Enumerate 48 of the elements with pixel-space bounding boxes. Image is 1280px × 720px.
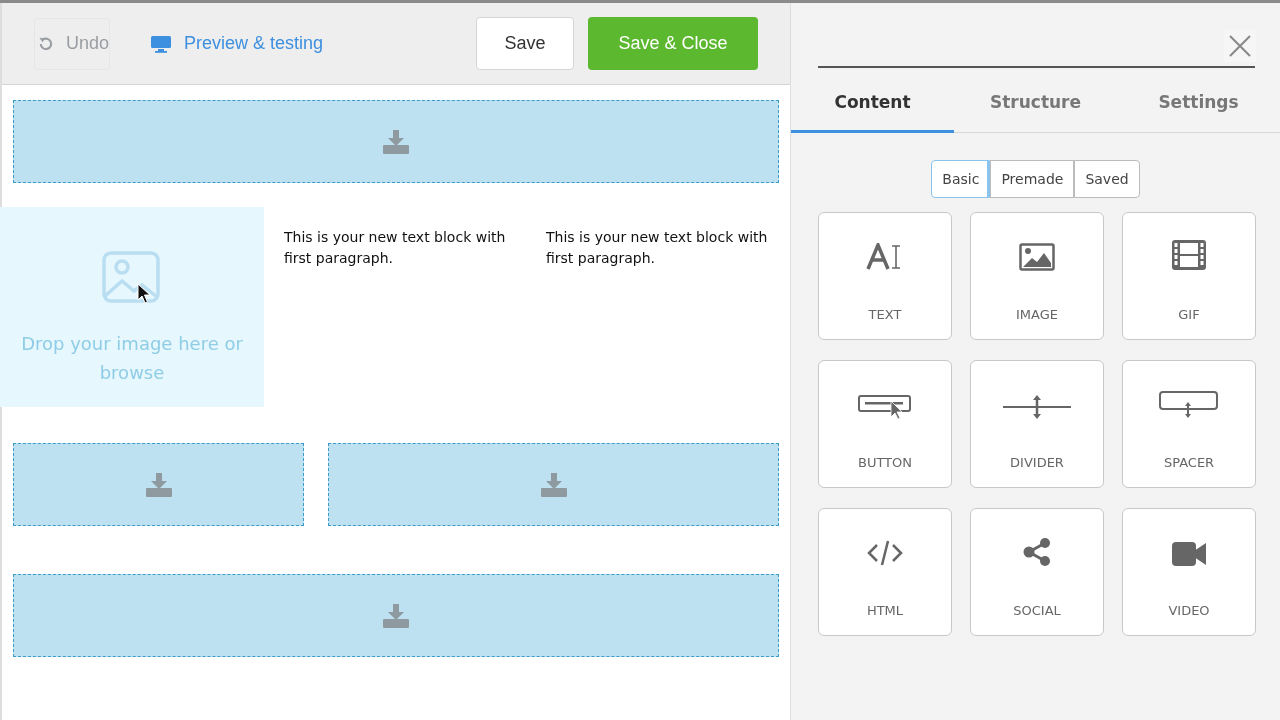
divider-icon xyxy=(1003,395,1071,419)
drop-zone[interactable] xyxy=(13,443,304,526)
tile-label: IMAGE xyxy=(1016,307,1058,322)
panel-tab[interactable]: Content xyxy=(791,73,954,133)
tile-label: SOCIAL xyxy=(1013,603,1061,618)
save-button[interactable]: Save xyxy=(476,17,574,70)
content-block-tile[interactable]: TEXT xyxy=(818,212,952,340)
tile-label: HTML xyxy=(866,603,904,618)
content-block-tile[interactable]: VIDEO xyxy=(1122,508,1256,636)
drop-zone[interactable] xyxy=(328,443,779,526)
film-icon xyxy=(1171,239,1207,271)
spacer-icon xyxy=(1159,391,1219,419)
content-block-tile[interactable]: SPACER xyxy=(1122,360,1256,488)
code-icon xyxy=(867,539,903,567)
mouse-pointer-icon xyxy=(137,283,151,305)
download-icon xyxy=(383,129,409,154)
drop-zone[interactable] xyxy=(13,100,779,183)
content-block-tile[interactable]: SOCIAL xyxy=(970,508,1104,636)
segment-button[interactable]: Premade xyxy=(990,160,1075,198)
video-camera-icon xyxy=(1172,541,1206,567)
monitor-icon xyxy=(150,34,172,53)
tile-label: BUTTON xyxy=(857,455,912,470)
content-block-tile[interactable]: GIF xyxy=(1122,212,1256,340)
segment-button[interactable]: Saved xyxy=(1074,160,1140,198)
download-icon xyxy=(145,472,172,497)
tile-label: GIF xyxy=(1178,307,1200,322)
content-block-tile[interactable]: HTML xyxy=(818,508,952,636)
paragraph-text: This is your new text block with first paragraph. xyxy=(284,228,507,268)
image-icon xyxy=(1019,243,1055,271)
download-icon xyxy=(540,472,567,497)
download-icon xyxy=(383,603,409,628)
drop-zone[interactable] xyxy=(13,574,779,657)
panel-tab[interactable]: Structure xyxy=(954,73,1117,133)
segment-button[interactable]: Basic xyxy=(931,160,991,198)
content-block-tile[interactable]: IMAGE xyxy=(970,212,1104,340)
close-icon xyxy=(1228,34,1252,58)
preview-link[interactable]: Preview & testing xyxy=(150,33,324,54)
panel-tab[interactable]: Settings xyxy=(1117,73,1280,133)
tile-label: VIDEO xyxy=(1168,603,1210,618)
tile-label: TEXT xyxy=(868,307,902,322)
share-icon xyxy=(1022,537,1052,567)
content-block-tile[interactable]: BUTTON xyxy=(818,360,952,488)
button-cursor-icon xyxy=(858,395,912,419)
tile-label: SPACER xyxy=(1163,455,1215,470)
paragraph-text: This is your new text block with first paragraph. xyxy=(546,228,769,268)
content-block-tile[interactable]: DIVIDER xyxy=(970,360,1104,488)
drop-image-text: Drop your image here or browse xyxy=(20,332,244,385)
tile-label: DIVIDER xyxy=(1010,455,1064,470)
